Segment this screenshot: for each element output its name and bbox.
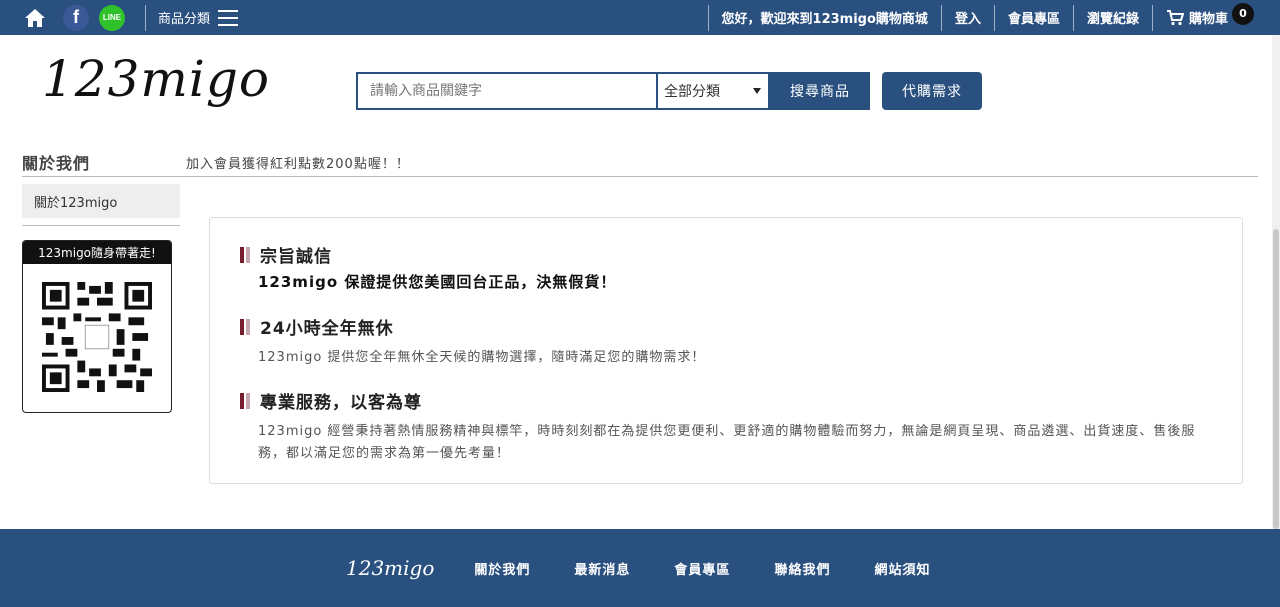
footer-link-member[interactable]: 會員專區 <box>674 559 730 578</box>
home-icon[interactable] <box>24 7 46 29</box>
hamburger-icon <box>218 9 239 26</box>
line-icon[interactable]: LINE <box>99 4 125 31</box>
section-bullet-icon <box>240 246 252 263</box>
search-bar: 全部分類 搜尋商品 <box>356 72 870 110</box>
cart-icon <box>1166 9 1184 25</box>
category-menu-button[interactable]: 商品分類 <box>158 8 239 27</box>
footer-link-contact[interactable]: 聯絡我們 <box>774 559 830 578</box>
qr-code-icon <box>42 282 152 392</box>
footer-logo[interactable]: 123migo <box>346 556 434 580</box>
divider <box>22 225 180 226</box>
facebook-icon[interactable]: f <box>63 4 89 31</box>
category-select-value: 全部分類 <box>664 84 720 100</box>
about-content-card: 宗旨誠信 123migo 保證提供您美國回台正品，決無假貨！ 24小時全年無休 … <box>209 217 1243 484</box>
qr-caption: 123migo隨身帶著走! <box>23 241 171 264</box>
section-text: 123migo 經營秉持著熱情服務精神與標竿，時時刻刻都在為提供您更便利、更舒適… <box>258 424 1196 461</box>
footer-link-about[interactable]: 關於我們 <box>474 559 530 578</box>
footer-link-terms[interactable]: 網站須知 <box>874 559 930 578</box>
welcome-text: 您好，歡迎來到123migo購物商城 <box>721 12 928 27</box>
section-text: 123migo 保證提供您美國回台正品，決無假貨！ <box>258 273 617 291</box>
cart-link[interactable]: 購物車 0 <box>1153 0 1280 35</box>
qr-code-box: 123migo隨身帶著走! <box>22 240 172 413</box>
footer-link-news[interactable]: 最新消息 <box>574 559 630 578</box>
sidebar-title: 關於我們 <box>22 154 91 173</box>
section-bullet-icon <box>240 318 252 335</box>
dropdown-arrow-icon <box>753 88 761 94</box>
category-select[interactable]: 全部分類 <box>656 72 770 110</box>
category-menu-label: 商品分類 <box>158 12 211 27</box>
section-title: 24小時全年無休 <box>260 319 394 339</box>
top-navbar: f LINE 商品分類 您好，歡迎來到123migo購物商城 登入 會員專區 瀏… <box>0 0 1280 35</box>
login-link[interactable]: 登入 <box>942 0 994 35</box>
sidebar-item-about[interactable]: 關於123migo <box>22 184 180 218</box>
search-button[interactable]: 搜尋商品 <box>770 72 870 110</box>
divider <box>22 176 1258 177</box>
cart-count-badge: 0 <box>1232 2 1254 25</box>
section-bullet-icon <box>240 392 252 409</box>
member-area-link[interactable]: 會員專區 <box>995 0 1073 35</box>
site-logo[interactable]: 123migo <box>42 50 270 108</box>
section-24h: 24小時全年無休 123migo 提供您全年無休全天候的購物選擇，隨時滿足您的購… <box>240 314 1218 369</box>
footer: 123migo 關於我們 最新消息 會員專區 聯絡我們 網站須知 <box>0 529 1280 607</box>
section-text: 123migo 提供您全年無休全天候的購物選擇，隨時滿足您的購物需求！ <box>258 350 706 365</box>
search-input[interactable] <box>356 72 656 110</box>
section-service: 專業服務，以客為尊 123migo 經營秉持著熱情服務精神與標竿，時時刻刻都在為… <box>240 388 1218 465</box>
section-integrity: 宗旨誠信 123migo 保證提供您美國回台正品，決無假貨！ <box>240 242 1218 293</box>
cart-label: 購物車 <box>1188 12 1228 27</box>
promo-marquee: 加入會員獲得紅利點數200點喔！！ <box>186 157 410 172</box>
divider <box>145 4 146 31</box>
history-link[interactable]: 瀏覽紀錄 <box>1074 0 1152 35</box>
scrollbar-thumb[interactable] <box>1273 229 1279 529</box>
section-title: 專業服務，以客為尊 <box>260 393 422 413</box>
section-title: 宗旨誠信 <box>260 247 332 267</box>
scrollbar[interactable] <box>1272 35 1280 529</box>
proxy-request-button[interactable]: 代購需求 <box>882 72 982 110</box>
